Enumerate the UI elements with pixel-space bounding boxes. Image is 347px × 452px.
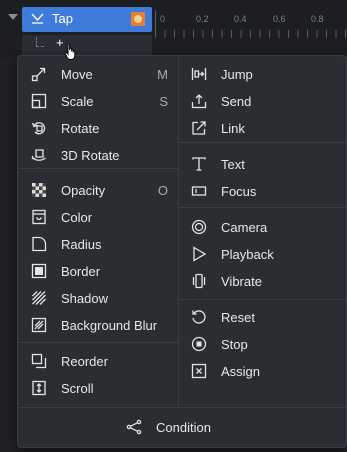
menu-item-jump[interactable]: Jump [190, 61, 336, 87]
menu-item-label: Vibrate [221, 273, 262, 289]
shortcut-key: O [157, 182, 168, 198]
3d-rotate-icon [30, 146, 48, 164]
menu-item-label: Reset [221, 309, 255, 325]
rotate-icon [30, 119, 48, 137]
menu-item-condition[interactable]: Condition [125, 414, 211, 440]
shadow-icon [30, 289, 48, 307]
menu-separator [179, 299, 346, 300]
menu-item-label: Radius [61, 236, 102, 252]
menu-item-opacity[interactable]: Opacity O [30, 177, 168, 203]
ruler-tick-4: 0.8 [311, 14, 324, 24]
menu-item-radius[interactable]: Radius [30, 231, 168, 257]
menu-item-label: Rotate [61, 120, 100, 136]
add-response-button[interactable]: + [56, 35, 64, 50]
menu-item-label: Jump [221, 66, 253, 82]
menu-item-playback[interactable]: Playback [190, 241, 336, 267]
menu-item-color[interactable]: Color [30, 204, 168, 230]
tap-trigger[interactable]: Tap [22, 7, 152, 32]
menu-separator [179, 142, 346, 143]
menu-item-rotate[interactable]: Rotate [30, 115, 168, 141]
color-icon [30, 208, 48, 226]
collapse-arrow-icon[interactable] [8, 14, 18, 20]
menu-item-camera[interactable]: Camera [190, 214, 336, 240]
vibrate-icon [190, 272, 208, 290]
menu-item-scale[interactable]: Scale S [30, 88, 168, 114]
scroll-icon [30, 379, 48, 397]
menu-item-reorder[interactable]: Reorder [30, 348, 168, 374]
menu-item-label: Focus [221, 183, 257, 199]
menu-item-focus[interactable]: Focus [190, 178, 336, 204]
menu-item-label: Move [61, 66, 93, 82]
menu-item-label: Shadow [61, 290, 108, 306]
condition-icon [125, 418, 143, 436]
menu-item-assign[interactable]: Assign [190, 358, 336, 384]
stop-icon [190, 335, 208, 353]
assign-icon [190, 362, 208, 380]
timeline-ruler[interactable]: 0 0.2 0.4 0.6 0.8 [155, 8, 347, 38]
timeline-header: Tap + 0 0.2 0.4 0.6 0.8 [0, 0, 347, 58]
move-icon [30, 65, 48, 83]
menu-item-link[interactable]: Link [190, 115, 336, 141]
menu-item-shadow[interactable]: Shadow [30, 285, 168, 311]
menu-item-label: Background Blur [61, 317, 158, 333]
ruler-tick-2: 0.4 [234, 14, 247, 24]
menu-item-label: Reorder [61, 353, 108, 369]
menu-item-text[interactable]: Text [190, 151, 336, 177]
menu-item-label: Color [61, 209, 93, 225]
add-response-menu: Move M Scale S Rotate 3D Rotate Opacity … [17, 55, 347, 448]
background-blur-icon [30, 316, 48, 334]
menu-separator [179, 207, 346, 208]
hand-pointer-icon [64, 43, 76, 60]
shortcut-key: S [159, 93, 168, 109]
playback-icon [190, 245, 208, 263]
trigger-label: Tap [52, 11, 73, 26]
menu-item-label: Camera [221, 219, 268, 235]
link-icon [190, 119, 208, 137]
reset-icon [190, 308, 208, 326]
ruler-ticks [155, 30, 347, 38]
menu-item-vibrate[interactable]: Vibrate [190, 268, 336, 294]
ruler-tick-1: 0.2 [196, 14, 209, 24]
tree-connector [36, 37, 44, 47]
menu-separator [18, 342, 178, 343]
ruler-tick-0: 0 [160, 14, 166, 24]
menu-item-send[interactable]: Send [190, 88, 336, 114]
menu-item-label: Playback [221, 246, 274, 262]
menu-item-label: Assign [221, 363, 261, 379]
menu-item-scroll[interactable]: Scroll [30, 375, 168, 401]
ruler-tick-3: 0.6 [273, 14, 286, 24]
menu-item-label: Stop [221, 336, 248, 352]
text-icon [190, 155, 208, 173]
radius-icon [30, 235, 48, 253]
menu-item-border[interactable]: Border [30, 258, 168, 284]
column-divider [178, 56, 179, 406]
menu-item-label: 3D Rotate [61, 147, 120, 163]
scale-icon [30, 92, 48, 110]
menu-item-reset[interactable]: Reset [190, 304, 336, 330]
shortcut-key: M [157, 66, 168, 82]
menu-item-label: Text [221, 156, 245, 172]
tap-gesture-icon [31, 13, 44, 24]
add-response-row[interactable]: + [22, 35, 152, 55]
menu-item-label: Scroll [61, 380, 94, 396]
menu-item-label: Send [221, 93, 252, 109]
menu-item-label: Link [221, 120, 245, 136]
reorder-icon [30, 352, 48, 370]
menu-item-label: Condition [156, 419, 211, 435]
border-icon [30, 262, 48, 280]
send-icon [190, 92, 208, 110]
menu-item-label: Border [61, 263, 101, 279]
jump-icon [190, 65, 208, 83]
menu-item-move[interactable]: Move M [30, 61, 168, 87]
menu-item-background-blur[interactable]: Background Blur [30, 312, 168, 338]
menu-item-label: Scale [61, 93, 94, 109]
layer-thumbnail-icon [131, 12, 145, 26]
menu-item-label: Opacity [61, 182, 106, 198]
menu-separator [18, 168, 178, 169]
focus-icon [190, 182, 208, 200]
menu-item-stop[interactable]: Stop [190, 331, 336, 357]
camera-icon [190, 218, 208, 236]
opacity-icon [30, 181, 48, 199]
menu-item-3d-rotate[interactable]: 3D Rotate [30, 142, 168, 168]
